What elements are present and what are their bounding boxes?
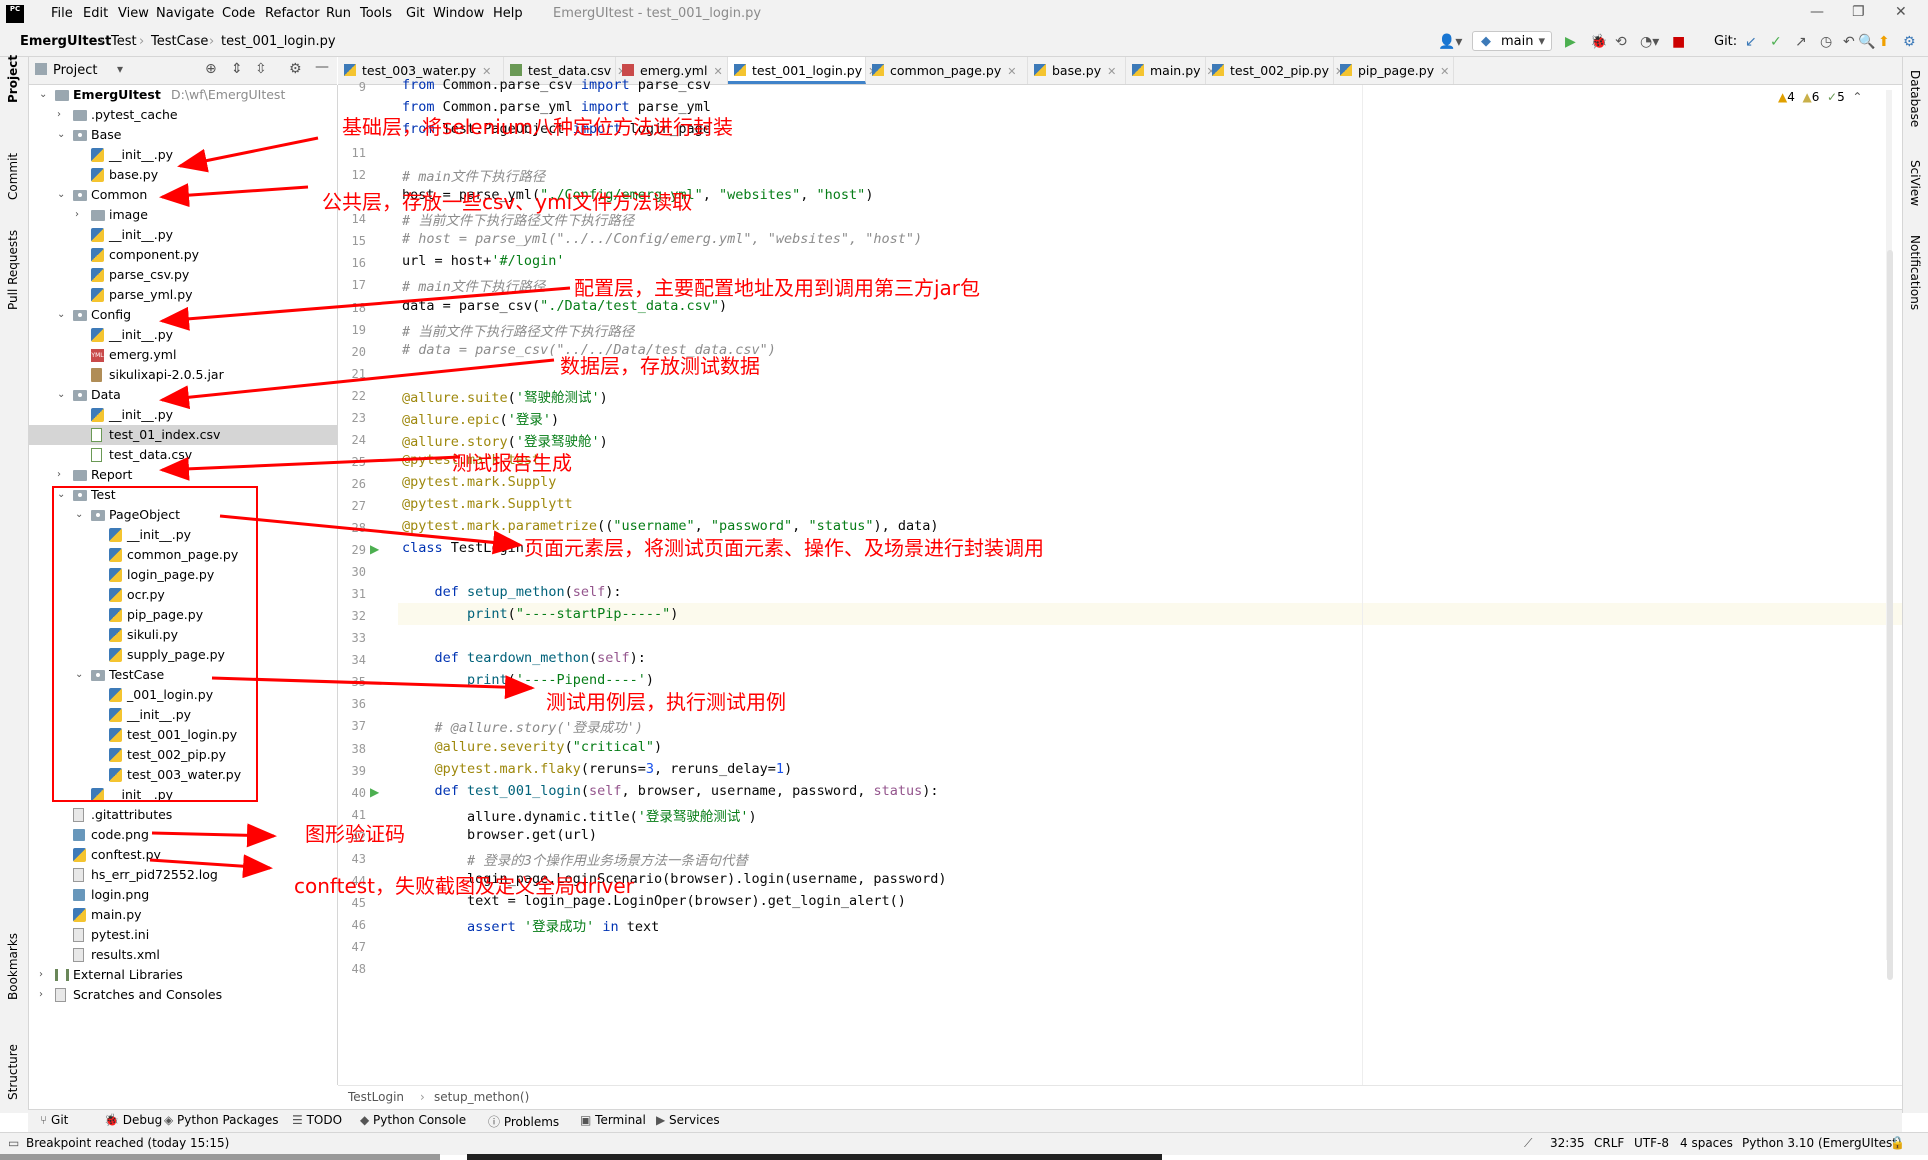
annotation-data-layer: 数据层，存放测试数据 [560,354,760,378]
annotation-arrows [149,136,571,879]
annotation-testcase-layer: 测试用例层，执行测试用例 [546,690,786,714]
annotation-conftest: conftest，失败截图及定义全局driver [294,874,634,898]
annotation-report: 测试报告生成 [452,451,572,475]
annotation-config-layer: 配置层，主要配置地址及用到调用第三方jar包 [574,276,981,300]
annotation-pageobject-layer: 页面元素层，将测试页面元素、操作、及场景进行封装调用 [524,536,1044,560]
annotation-base-layer: 基础层，将selenium八种定位方法进行封装 [342,115,733,139]
annotation-captcha: 图形验证码 [305,822,405,846]
annotation-common-layer: 公共层，存放一些csv、yml文件方法读取 [322,190,693,214]
